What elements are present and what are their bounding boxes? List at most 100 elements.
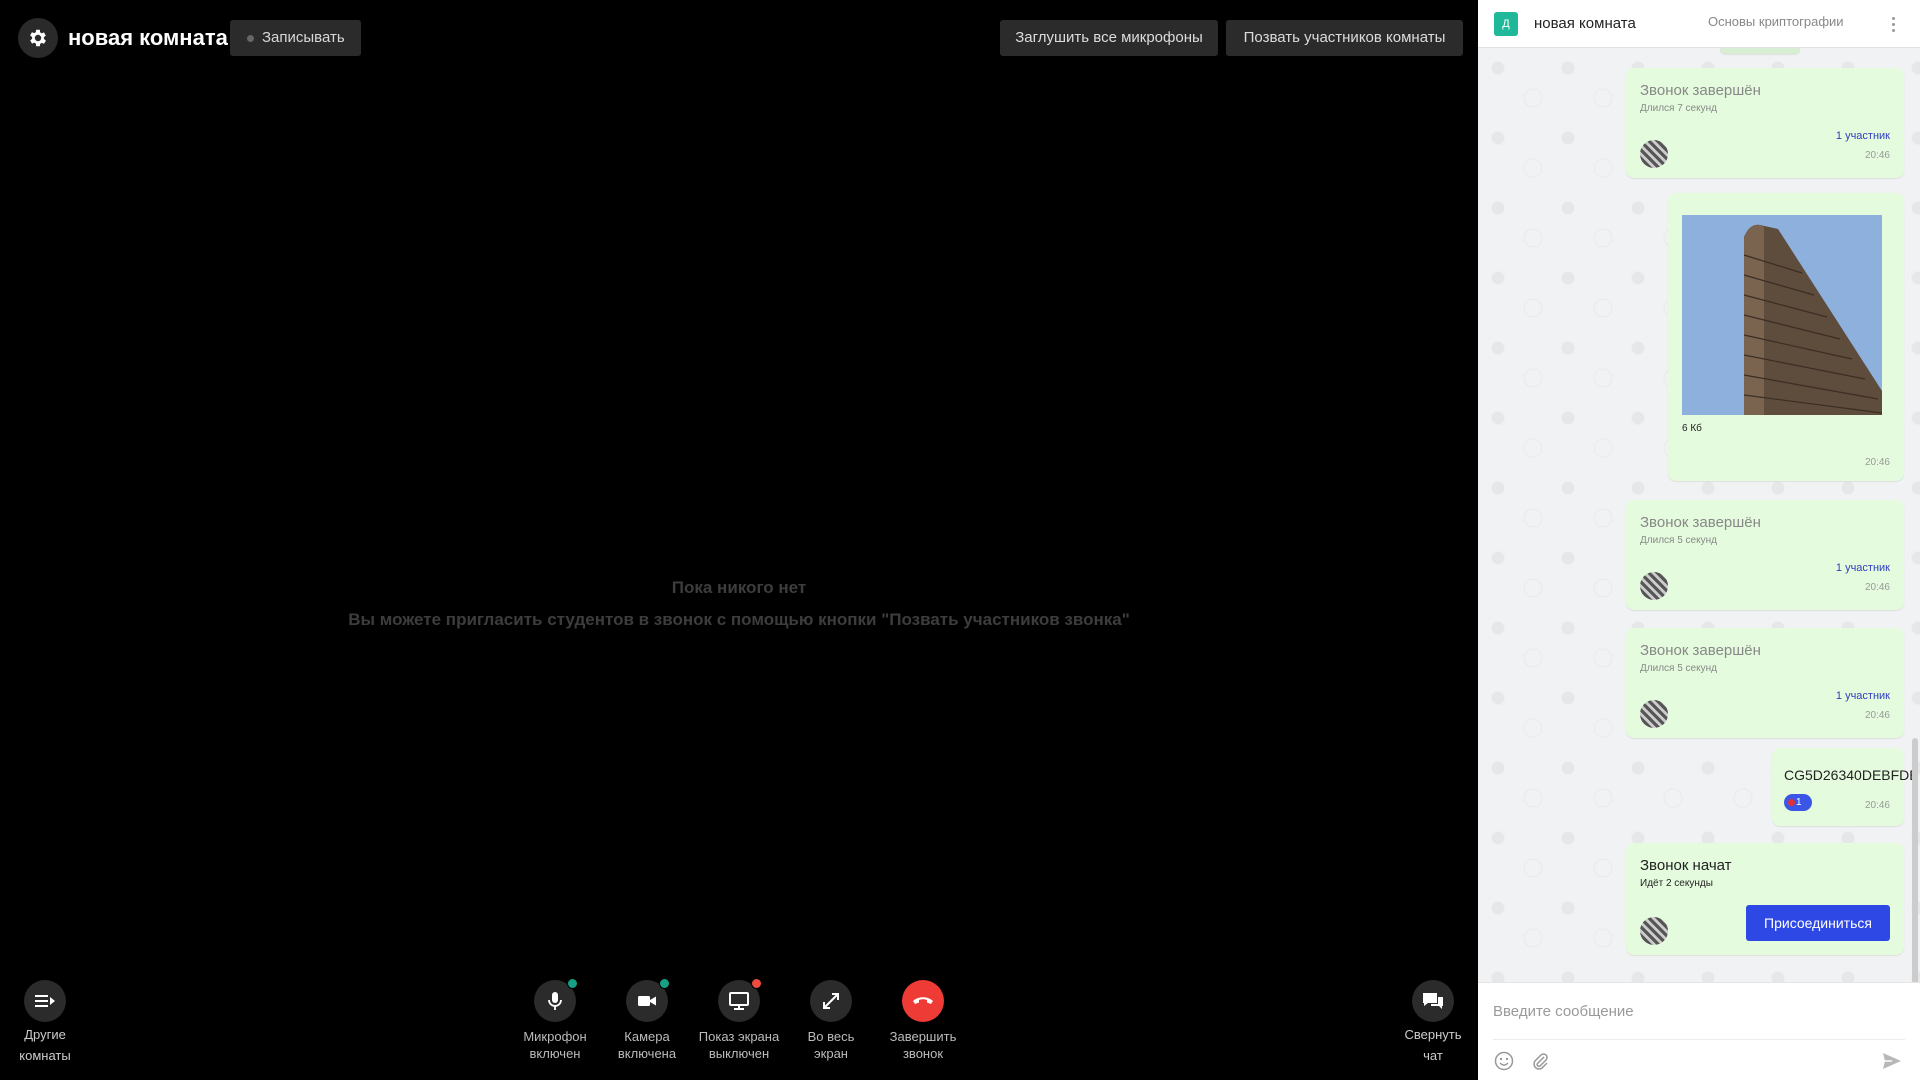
join-call-button[interactable]: Присоединиться bbox=[1746, 905, 1890, 941]
chat-bubble-icon bbox=[1423, 993, 1443, 1009]
screen-share-label-2: выключен bbox=[708, 1046, 770, 1061]
record-dot-icon bbox=[247, 35, 254, 42]
rooms-list-icon bbox=[35, 995, 55, 1007]
invite-participants-button[interactable]: Позвать участников комнаты bbox=[1226, 20, 1463, 56]
message-composer: Введите сообщение bbox=[1478, 982, 1920, 1080]
microphone-toggle[interactable]: Микрофон включен bbox=[507, 978, 603, 1062]
send-icon[interactable] bbox=[1880, 1049, 1904, 1073]
call-started-message: Звонок начат Идёт 2 секунды Присоединить… bbox=[1626, 843, 1904, 955]
record-button[interactable]: Записывать bbox=[230, 20, 361, 56]
fullscreen-label-2: экран bbox=[814, 1046, 848, 1061]
camera-status-badge bbox=[659, 978, 670, 989]
empty-state-title: Пока никого нет bbox=[671, 578, 807, 597]
chat-title: новая комната bbox=[1534, 15, 1636, 32]
microphone-label-1: Микрофон bbox=[523, 1029, 587, 1044]
hang-up-label-2: звонок bbox=[902, 1046, 944, 1061]
settings-button[interactable] bbox=[18, 18, 58, 58]
fullscreen-toggle[interactable]: Во весь экран bbox=[783, 980, 879, 1062]
collapse-chat-label: Свернуть чат bbox=[1388, 1024, 1478, 1066]
chat-panel: Д новая комната Основы криптографии Звон… bbox=[1478, 0, 1920, 1080]
chat-avatar: Д bbox=[1494, 12, 1518, 36]
message-time: 20:46 bbox=[1864, 710, 1890, 721]
hang-up-button[interactable]: Завершить звонок bbox=[875, 980, 971, 1062]
hang-up-circle bbox=[902, 980, 944, 1022]
microphone-status-badge bbox=[567, 978, 578, 989]
building-photo[interactable] bbox=[1682, 215, 1882, 415]
message-input[interactable]: Введите сообщение bbox=[1493, 1003, 1634, 1020]
camera-icon bbox=[638, 996, 656, 1006]
building-image bbox=[1682, 215, 1882, 415]
participants-count[interactable]: 1 участник bbox=[1836, 690, 1890, 702]
message-time: 20:46 bbox=[1864, 800, 1890, 811]
gear-icon bbox=[30, 29, 46, 47]
microphone-label: Микрофон включен bbox=[507, 1028, 603, 1062]
text-message[interactable]: CG5D26340DEBFDB 1 20:46 bbox=[1772, 748, 1919, 826]
call-duration: Длился 5 секунд bbox=[1640, 663, 1717, 674]
participant-avatar bbox=[1640, 140, 1668, 168]
participant-avatar bbox=[1640, 917, 1668, 945]
camera-label: Камера включена bbox=[599, 1028, 695, 1062]
microphone-circle bbox=[534, 978, 578, 1022]
call-area: новая комната Записывать Заглушить все м… bbox=[0, 0, 1478, 1080]
other-rooms-button[interactable]: Другие комнаты bbox=[0, 980, 90, 1066]
hang-up-label: Завершить звонок bbox=[875, 1028, 971, 1062]
screen-share-toggle[interactable]: Показ экрана выключен bbox=[691, 978, 787, 1062]
screen-share-icon bbox=[729, 992, 749, 1010]
call-ended-message: Звонок завершён Длился 5 секунд 1 участн… bbox=[1626, 500, 1904, 610]
screen-share-label-1: Показ экрана bbox=[698, 1029, 780, 1044]
message-text: CG5D26340DEBFDB bbox=[1784, 767, 1919, 783]
call-ended-message: Звонок завершён Длился 5 секунд 1 участн… bbox=[1626, 628, 1904, 738]
call-duration: Идёт 2 секунды bbox=[1640, 878, 1713, 889]
attach-icon[interactable] bbox=[1528, 1049, 1552, 1073]
fullscreen-label: Во весь экран bbox=[783, 1028, 879, 1062]
participants-count[interactable]: 1 участник bbox=[1836, 130, 1890, 142]
message-time: 20:46 bbox=[1864, 582, 1890, 593]
chat-header: Д новая комната Основы криптографии bbox=[1478, 0, 1920, 48]
other-rooms-circle bbox=[24, 980, 66, 1022]
partial-message bbox=[1720, 48, 1800, 54]
microphone-icon bbox=[548, 992, 562, 1010]
call-status-title: Звонок начат bbox=[1640, 857, 1732, 874]
call-status-title: Звонок завершён bbox=[1640, 642, 1761, 659]
screen-share-circle bbox=[718, 978, 762, 1022]
screen-share-status-badge bbox=[751, 978, 762, 989]
message-time: 20:46 bbox=[1864, 457, 1890, 468]
room-title: новая комната bbox=[68, 25, 228, 50]
heart-reaction-badge[interactable]: 1 bbox=[1784, 794, 1812, 811]
mute-all-button[interactable]: Заглушить все микрофоны bbox=[1000, 20, 1218, 56]
image-message[interactable]: 6 Кб 20:46 bbox=[1668, 193, 1904, 481]
call-ended-message: Звонок завершён Длился 7 секунд 1 участн… bbox=[1626, 68, 1904, 178]
participant-avatar bbox=[1640, 572, 1668, 600]
collapse-chat-circle bbox=[1412, 980, 1454, 1022]
participants-count[interactable]: 1 участник bbox=[1836, 562, 1890, 574]
image-size: 6 Кб bbox=[1682, 423, 1702, 434]
collapse-chat-button[interactable]: Свернуть чат bbox=[1388, 980, 1478, 1066]
collapse-chat-label-1: Свернуть bbox=[1404, 1027, 1462, 1042]
camera-label-1: Камера bbox=[624, 1029, 670, 1044]
call-status-title: Звонок завершён bbox=[1640, 82, 1761, 99]
call-duration: Длился 7 секунд bbox=[1640, 103, 1717, 114]
other-rooms-label-1: Другие bbox=[24, 1027, 66, 1042]
chat-course-name[interactable]: Основы криптографии bbox=[1708, 14, 1844, 29]
message-time: 20:46 bbox=[1864, 150, 1890, 161]
microphone-label-2: включен bbox=[529, 1046, 581, 1061]
collapse-chat-label-2: чат bbox=[1423, 1048, 1443, 1063]
call-duration: Длился 5 секунд bbox=[1640, 535, 1717, 546]
hang-up-icon bbox=[913, 997, 933, 1004]
empty-state-subtitle: Вы можете пригласить студентов в звонок … bbox=[348, 610, 1130, 629]
hang-up-label-1: Завершить bbox=[889, 1029, 957, 1044]
composer-divider bbox=[1493, 1039, 1905, 1040]
emoji-icon[interactable] bbox=[1492, 1049, 1516, 1073]
fullscreen-label-1: Во весь bbox=[807, 1029, 855, 1044]
call-status-title: Звонок завершён bbox=[1640, 514, 1761, 531]
screen-share-label: Показ экрана выключен bbox=[691, 1028, 787, 1062]
fullscreen-icon bbox=[823, 993, 839, 1009]
participant-avatar bbox=[1640, 700, 1668, 728]
chat-scrollbar[interactable] bbox=[1912, 738, 1918, 982]
message-list[interactable]: Звонок завершён Длился 7 секунд 1 участн… bbox=[1478, 48, 1920, 982]
record-label: Записывать bbox=[262, 29, 345, 46]
fullscreen-circle bbox=[810, 980, 852, 1022]
more-options-icon[interactable] bbox=[1884, 12, 1904, 36]
camera-toggle[interactable]: Камера включена bbox=[599, 978, 695, 1062]
camera-label-2: включена bbox=[617, 1046, 677, 1061]
